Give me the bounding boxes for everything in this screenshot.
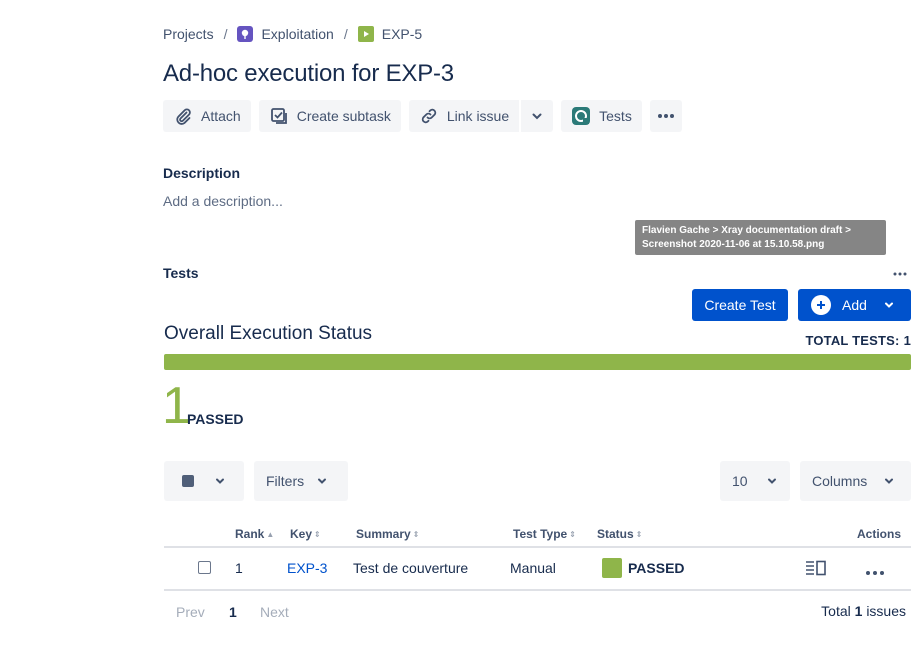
bulk-select-dropdown[interactable]	[164, 461, 244, 501]
page-size-select[interactable]: 10	[720, 461, 790, 501]
more-horizontal-icon	[866, 571, 884, 575]
column-header-label: Key	[290, 527, 313, 541]
breadcrumb-projects[interactable]: Projects	[163, 26, 214, 42]
sort-icon: ⇕	[635, 529, 643, 539]
total-tests: TOTAL TESTS: 1	[805, 333, 911, 348]
link-issue-button[interactable]: Link issue	[408, 100, 520, 132]
link-issue-split: Link issue	[408, 100, 554, 132]
test-execution-icon	[357, 26, 374, 42]
sort-icon: ⇕	[314, 529, 321, 539]
breadcrumb-project[interactable]: Exploitation	[237, 26, 334, 42]
more-horizontal-icon	[893, 272, 907, 276]
filters-button[interactable]: Filters	[254, 461, 348, 501]
table-row-divider	[164, 589, 911, 591]
project-avatar-icon	[237, 26, 254, 42]
execution-progress-bar	[164, 354, 911, 370]
create-test-button[interactable]: Create Test	[692, 289, 788, 321]
breadcrumb-issue-label: EXP-5	[381, 26, 423, 42]
chevron-down-icon	[884, 302, 893, 308]
breadcrumb-separator: /	[223, 26, 228, 42]
more-actions-button[interactable]	[649, 100, 682, 132]
chevron-down-icon	[885, 478, 894, 484]
tests-section-more-button[interactable]	[892, 266, 908, 287]
description-input[interactable]: Add a description...	[163, 193, 283, 209]
overall-execution-status-title: Overall Execution Status	[164, 323, 373, 344]
tooltip-line: Screenshot 2020-11-06 at 15.10.58.png	[642, 239, 825, 250]
cell-summary: Test de couverture	[353, 560, 469, 576]
sort-icon: ⇕	[412, 529, 420, 539]
columns-button[interactable]: Columns	[800, 461, 911, 501]
breadcrumb-separator: /	[343, 26, 348, 42]
cell-key-link[interactable]: EXP-3	[287, 560, 327, 576]
execution-details-button[interactable]	[805, 560, 827, 581]
status-color-swatch	[602, 558, 622, 578]
column-header-label: Actions	[857, 527, 902, 541]
passed-label: PASSED	[187, 411, 244, 427]
column-header-label: Test Type	[513, 527, 568, 541]
xray-tests-icon	[572, 107, 591, 125]
row-more-actions-button[interactable]	[865, 564, 885, 582]
link-issue-label: Link issue	[446, 108, 510, 124]
more-horizontal-icon	[657, 114, 674, 118]
description-label: Description	[163, 165, 241, 181]
add-circle-icon	[811, 295, 831, 315]
total-issues-prefix: Total	[821, 603, 851, 619]
tests-button[interactable]: Tests	[561, 100, 642, 132]
column-header-label: Status	[597, 527, 634, 541]
cell-rank: 1	[235, 560, 243, 576]
tests-label: Tests	[599, 108, 632, 124]
pagination-current-page[interactable]: 1	[229, 604, 237, 620]
tests-section-label: Tests	[163, 265, 199, 281]
chevron-down-icon	[767, 478, 776, 484]
total-issues: Total 1 issues	[821, 603, 906, 619]
checkbox-square-icon	[182, 475, 194, 487]
page-title: Ad-hoc execution for EXP-3	[163, 60, 454, 87]
column-header-status[interactable]: Status ⇕	[597, 527, 642, 541]
pagination-prev[interactable]: Prev	[176, 604, 205, 620]
column-header-key[interactable]: Key ⇕	[290, 527, 321, 541]
attach-label: Attach	[201, 108, 241, 124]
create-subtask-label: Create subtask	[296, 108, 391, 124]
subtask-icon	[270, 108, 287, 124]
total-issues-count: 1	[854, 603, 863, 619]
link-icon	[421, 108, 437, 124]
table-header-divider	[164, 546, 911, 548]
create-subtask-button[interactable]: Create subtask	[258, 100, 401, 132]
total-tests-label: TOTAL TESTS:	[805, 333, 900, 348]
chevron-down-icon	[216, 478, 224, 484]
cell-status[interactable]: PASSED	[602, 558, 685, 578]
columns-label: Columns	[812, 473, 868, 489]
paperclip-icon	[176, 108, 191, 125]
attach-button[interactable]: Attach	[163, 100, 251, 132]
column-header-actions: Actions	[857, 527, 901, 541]
row-checkbox[interactable]	[198, 561, 211, 574]
pagination-next[interactable]: Next	[260, 604, 289, 620]
issue-toolbar: Attach Create subtask Link issue Tests	[163, 100, 690, 132]
progress-passed-segment	[164, 354, 911, 370]
status-label: PASSED	[628, 560, 685, 576]
filters-label: Filters	[266, 473, 305, 489]
chevron-down-icon	[532, 113, 542, 120]
column-header-test-type[interactable]: Test Type ⇕	[513, 527, 576, 541]
execution-details-icon	[806, 560, 826, 576]
sort-asc-icon: ▲	[266, 529, 275, 539]
column-header-label: Summary	[356, 527, 411, 541]
link-issue-dropdown[interactable]	[519, 100, 554, 132]
sort-icon: ⇕	[569, 529, 576, 539]
chevron-down-icon	[318, 478, 327, 484]
cell-test-type: Manual	[510, 560, 556, 576]
breadcrumb-project-label: Exploitation	[261, 26, 334, 42]
add-label: Add	[842, 297, 867, 313]
screenshot-tooltip: Flavien Gache > Xray documentation draft…	[635, 220, 886, 255]
column-header-rank[interactable]: Rank ▲	[235, 527, 274, 541]
column-header-label: Rank	[235, 527, 265, 541]
add-button[interactable]: Add	[798, 289, 911, 321]
total-tests-value: 1	[903, 333, 911, 348]
column-header-summary[interactable]: Summary ⇕	[356, 527, 419, 541]
page-size-value: 10	[732, 473, 748, 489]
total-issues-suffix: issues	[866, 603, 906, 619]
breadcrumb-issue[interactable]: EXP-5	[357, 26, 423, 42]
breadcrumb: Projects / Exploitation / EXP-5	[163, 24, 422, 44]
tooltip-line: Flavien Gache > Xray documentation draft…	[642, 225, 851, 236]
